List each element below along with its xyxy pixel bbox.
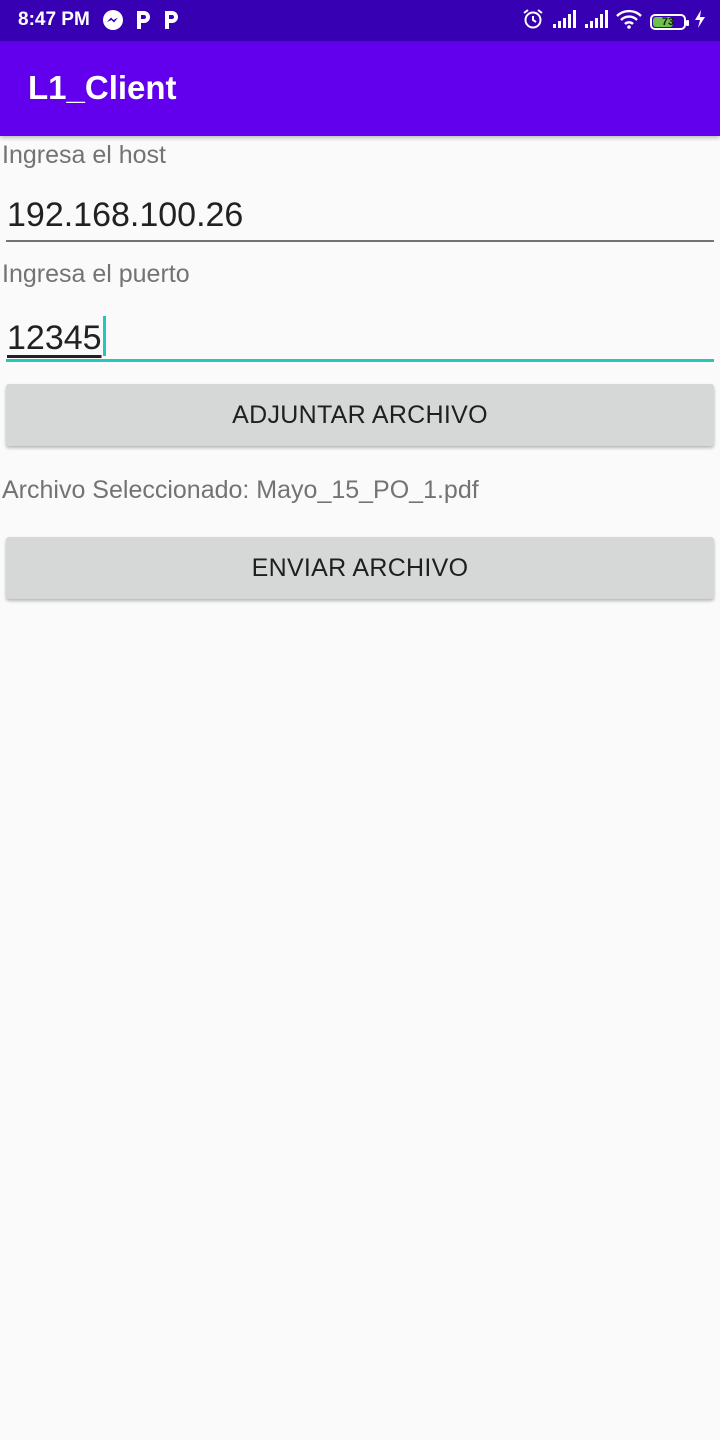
alarm-icon	[522, 8, 544, 35]
port-input-underline	[6, 359, 714, 362]
host-label: Ingresa el host	[2, 141, 166, 169]
host-input[interactable]: 192.168.100.26	[6, 196, 714, 242]
app-title: L1_Client	[28, 69, 177, 106]
signal-icon	[552, 9, 576, 34]
status-bar: 8:47 PM 73	[0, 0, 720, 41]
battery-level: 73	[661, 15, 675, 28]
battery-icon: 73	[650, 13, 689, 30]
status-time: 8:47 PM	[18, 9, 90, 30]
host-input-underline	[6, 240, 714, 242]
selected-file-text: Archivo Seleccionado: Mayo_15_PO_1.pdf	[2, 476, 479, 504]
host-input-value: 192.168.100.26	[7, 196, 244, 234]
text-cursor	[102, 316, 106, 356]
wifi-icon	[616, 9, 642, 34]
signal-icon	[584, 9, 608, 34]
messenger-icon	[102, 9, 124, 36]
port-input[interactable]: 12345	[6, 316, 714, 362]
app-bar: L1_Client	[0, 41, 720, 136]
p-app-icon	[134, 9, 152, 36]
send-file-button[interactable]: ENVIAR ARCHIVO	[6, 537, 714, 599]
attach-file-button[interactable]: ADJUNTAR ARCHIVO	[6, 384, 714, 446]
port-input-text: 12345	[7, 316, 106, 358]
p-app-icon	[162, 9, 180, 36]
system-icons: 73	[522, 8, 706, 35]
notification-icons	[102, 9, 180, 36]
charging-icon	[694, 9, 706, 34]
port-input-value: 12345	[7, 319, 102, 357]
port-label: Ingresa el puerto	[2, 260, 190, 288]
